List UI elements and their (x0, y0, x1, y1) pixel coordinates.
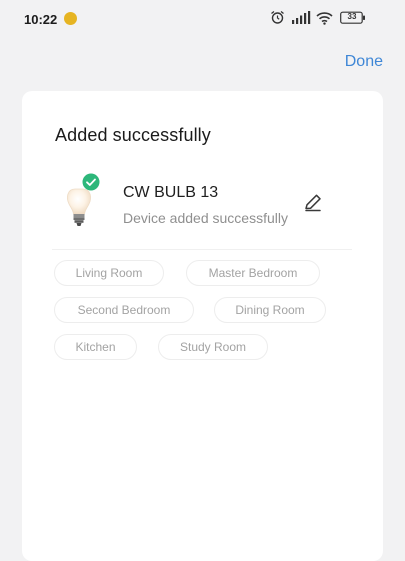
alarm-icon (271, 10, 284, 24)
room-chip-study-room[interactable]: Study Room (158, 334, 268, 360)
notification-app-icon (64, 12, 77, 25)
pencil-icon (305, 194, 321, 212)
room-chip-second-bedroom[interactable]: Second Bedroom (54, 297, 194, 323)
room-chip-dining-room[interactable]: Dining Room (214, 297, 326, 323)
status-icons: 33 (270, 10, 385, 28)
result-card: Added successfully CW BULB 13 Device add… (22, 91, 383, 561)
check-badge-icon (82, 173, 100, 191)
room-chip-kitchen[interactable]: Kitchen (54, 334, 137, 360)
done-button[interactable]: Done (345, 53, 383, 71)
signal-icon (292, 11, 311, 24)
edit-name-button[interactable] (302, 192, 324, 214)
device-icon (64, 173, 114, 233)
device-status: Device added successfully (123, 210, 288, 226)
room-chip-living-room[interactable]: Living Room (54, 260, 164, 286)
wifi-icon (316, 12, 333, 25)
status-time: 10:22 (24, 12, 58, 27)
card-title: Added successfully (55, 125, 211, 145)
device-name: CW BULB 13 (123, 184, 219, 201)
room-chip-master-bedroom[interactable]: Master Bedroom (186, 260, 320, 286)
status-bar: 10:22 33 (0, 0, 405, 40)
divider (52, 249, 352, 250)
battery-level: 33 (347, 12, 357, 21)
